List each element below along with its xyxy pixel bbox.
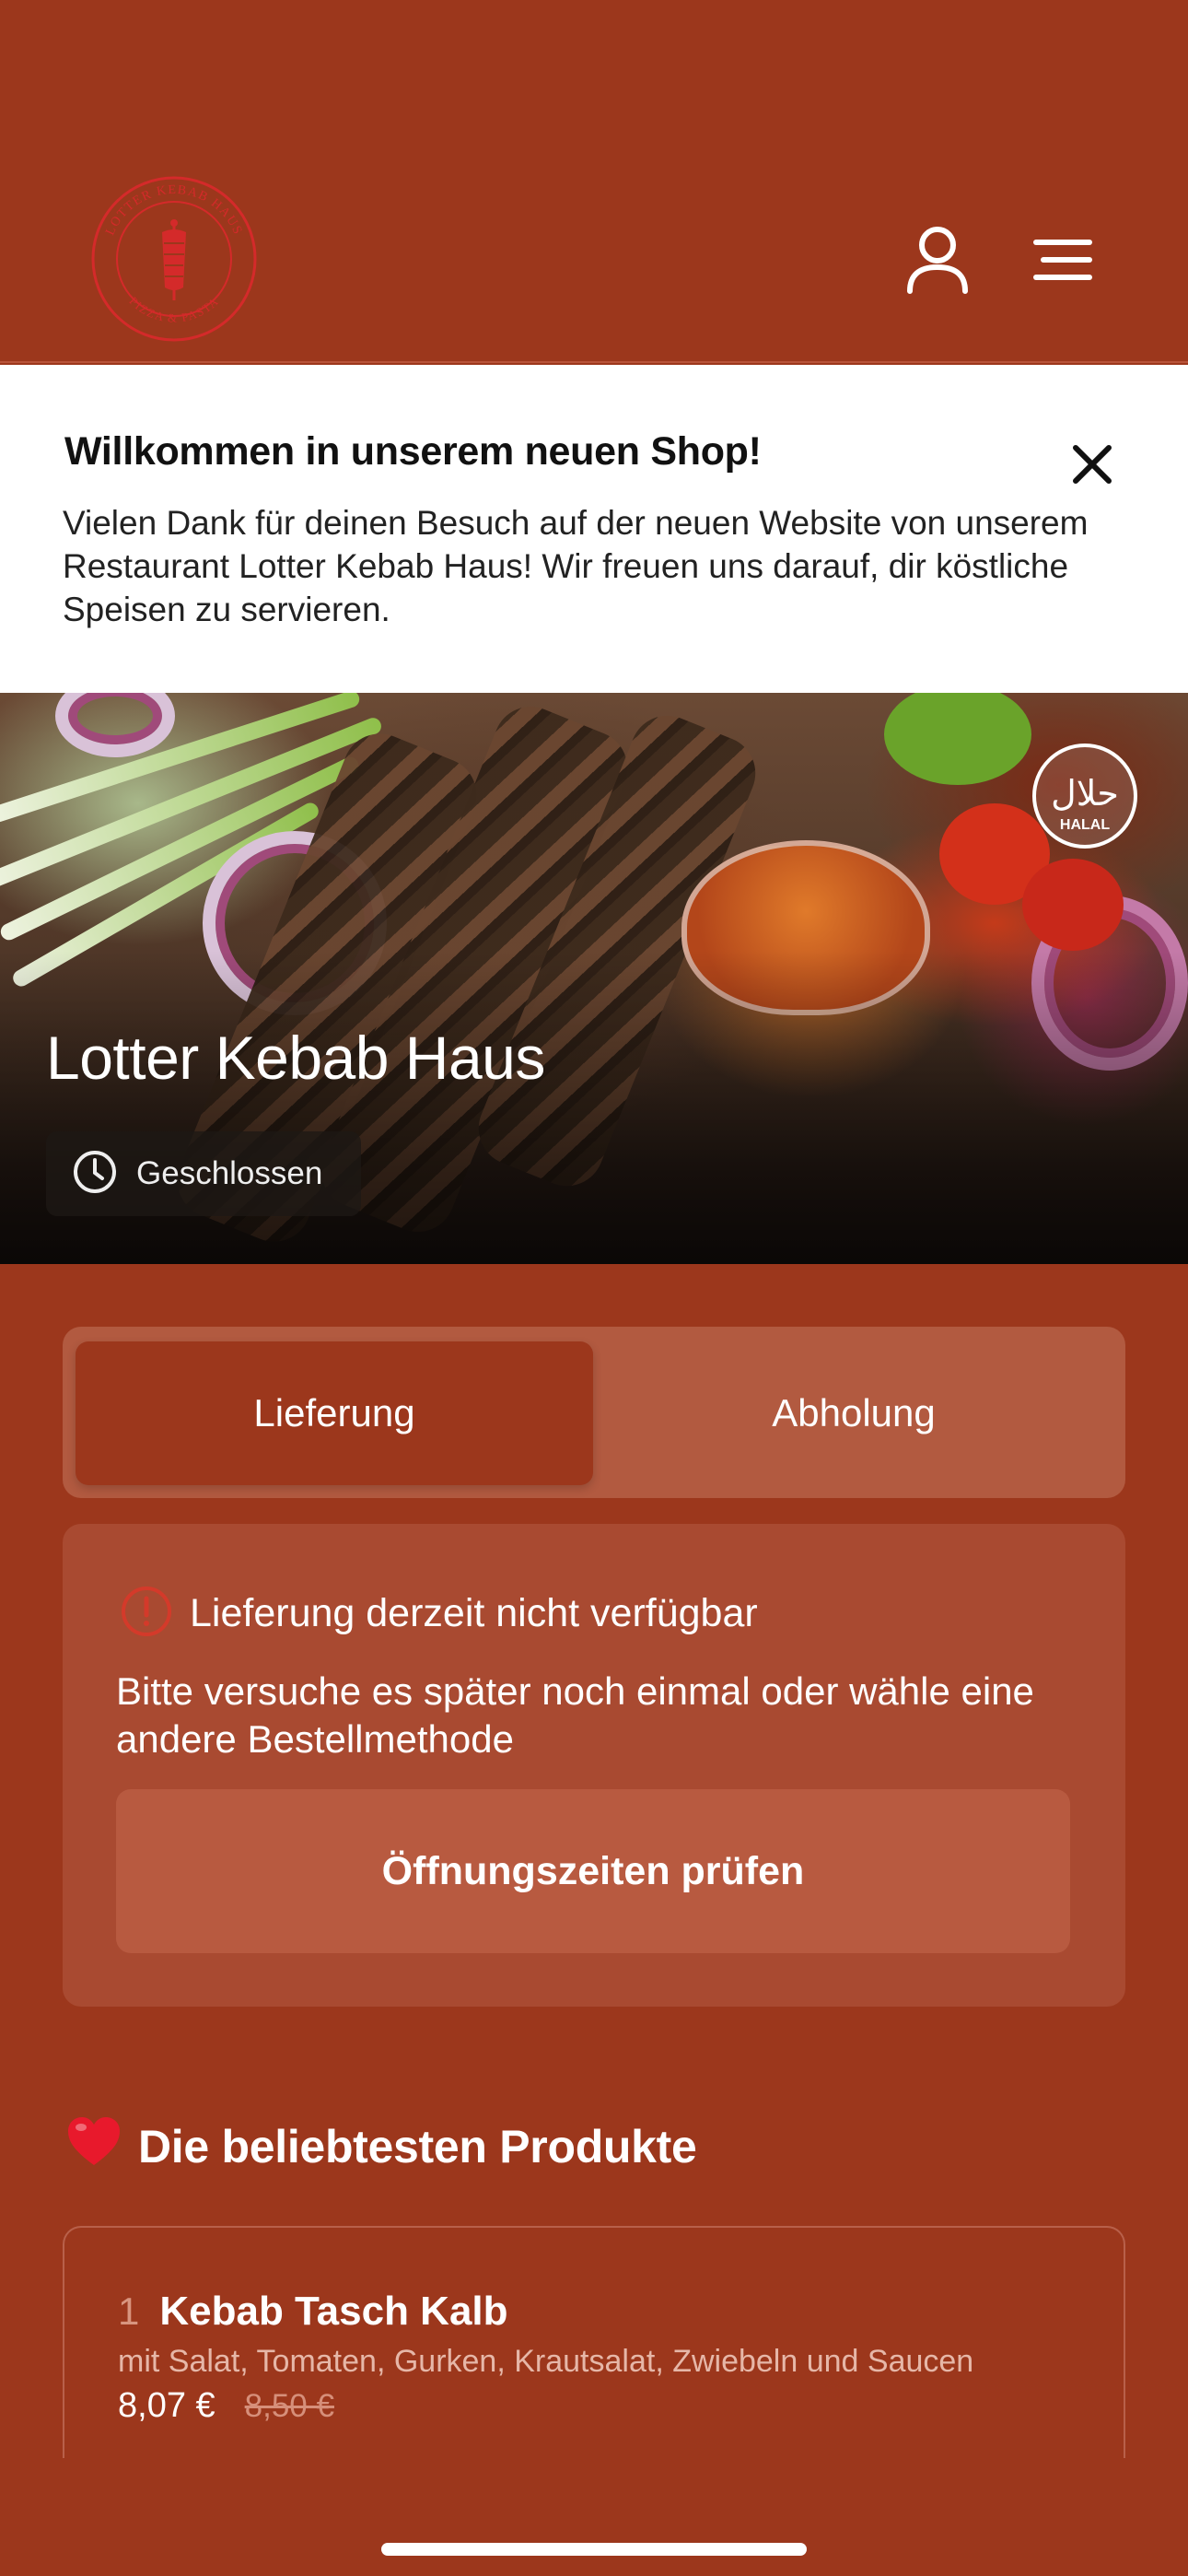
home-indicator[interactable] xyxy=(381,2543,807,2556)
delivery-unavailable-card: Lieferung derzeit nicht verfügbar Bitte … xyxy=(63,1524,1125,2007)
popular-products-heading: Die beliebtesten Produkte xyxy=(66,2115,697,2178)
product-price: 8,07 € 8,50 € xyxy=(118,2386,334,2426)
current-price: 8,07 € xyxy=(118,2386,215,2425)
hamburger-menu-icon[interactable] xyxy=(1024,221,1101,299)
svg-text:HALAL: HALAL xyxy=(1060,817,1110,833)
banner-title: Willkommen in unserem neuen Shop! xyxy=(64,429,762,474)
tab-pickup[interactable]: Abholung xyxy=(595,1341,1112,1485)
heart-icon xyxy=(66,2115,122,2178)
user-icon[interactable] xyxy=(899,221,976,299)
restaurant-logo[interactable]: LOTTER KEBAB HAUS PIZZA & PASTA xyxy=(90,175,258,343)
opening-status-badge[interactable]: Geschlossen xyxy=(46,1131,361,1216)
product-rank: 1 xyxy=(118,2289,140,2333)
notice-header: Lieferung derzeit nicht verfügbar xyxy=(120,1585,758,1643)
tab-delivery[interactable]: Lieferung xyxy=(76,1341,593,1485)
status-label: Geschlossen xyxy=(136,1155,323,1191)
product-name: Kebab Tasch Kalb xyxy=(159,2289,508,2334)
notice-title: Lieferung derzeit nicht verfügbar xyxy=(190,1591,758,1635)
notice-text: Bitte versuche es später noch einmal ode… xyxy=(116,1669,1034,1761)
halal-badge: حلال HALAL xyxy=(1030,741,1140,851)
warning-icon xyxy=(120,1585,173,1643)
header: LOTTER KEBAB HAUS PIZZA & PASTA xyxy=(0,0,1188,363)
bottom-bar xyxy=(0,2458,1188,2576)
svg-text:حلال: حلال xyxy=(1051,773,1119,814)
order-type-toggle: Lieferung Abholung xyxy=(63,1327,1125,1498)
old-price: 8,50 € xyxy=(244,2388,334,2424)
check-opening-hours-button[interactable]: Öffnungszeiten prüfen xyxy=(116,1789,1070,1953)
hero-image: حلال HALAL Lotter Kebab Haus Geschlossen xyxy=(0,693,1188,1264)
section-title: Die beliebtesten Produkte xyxy=(138,2121,697,2172)
product-description: mit Salat, Tomaten, Gurken, Krautsalat, … xyxy=(118,2344,974,2379)
clock-icon xyxy=(72,1149,118,1200)
restaurant-name: Lotter Kebab Haus xyxy=(46,1024,545,1092)
welcome-banner: Willkommen in unserem neuen Shop! Vielen… xyxy=(0,365,1188,693)
banner-text: Vielen Dank für deinen Besuch auf der ne… xyxy=(63,504,1089,628)
product-header: 1 Kebab Tasch Kalb xyxy=(118,2289,508,2335)
close-icon[interactable] xyxy=(1059,431,1125,498)
